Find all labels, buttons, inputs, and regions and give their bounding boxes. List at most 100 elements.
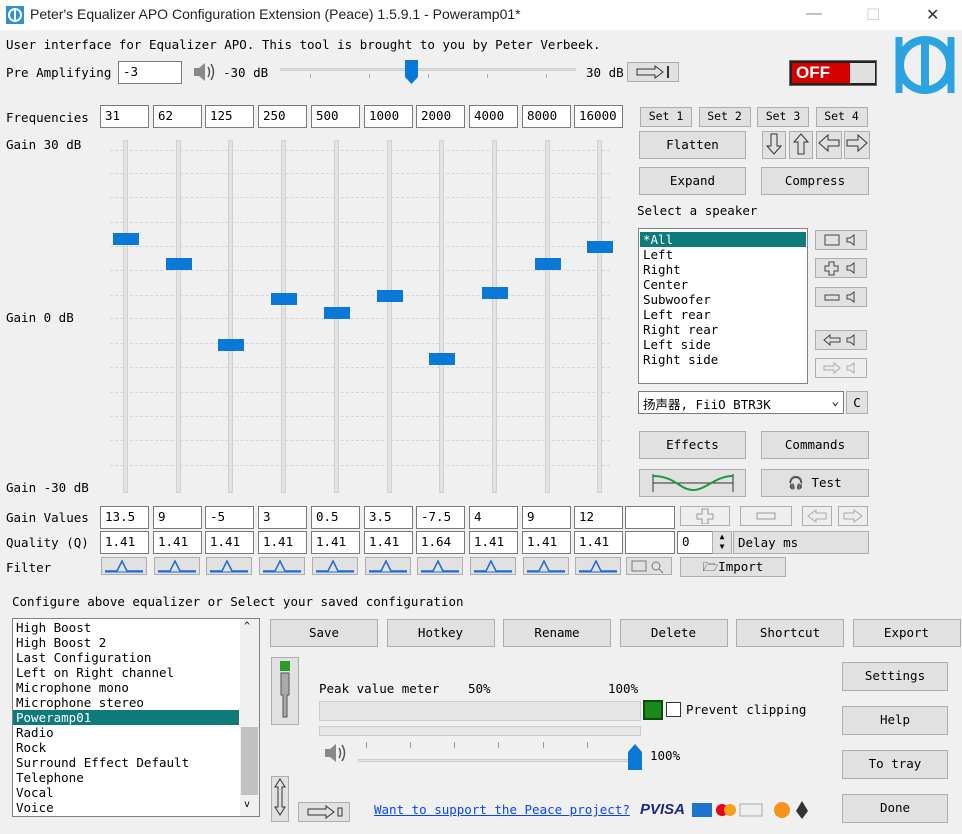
flatten-button[interactable]: Flatten xyxy=(639,131,746,159)
gain-input[interactable]: 3.5 xyxy=(364,506,413,529)
move-up-button[interactable] xyxy=(789,131,813,159)
eq-slider-thumb[interactable] xyxy=(271,293,297,305)
eq-slider-track[interactable] xyxy=(228,140,233,493)
config-scrollbar[interactable]: ^ v xyxy=(240,619,259,816)
set-button[interactable]: Set 1 xyxy=(640,107,692,127)
minimize-button[interactable]: — xyxy=(806,5,822,23)
config-list-item[interactable]: High Boost 2 xyxy=(13,635,239,650)
config-list-item[interactable]: Microphone stereo xyxy=(13,695,239,710)
import-button[interactable]: 🗁Import xyxy=(680,557,786,577)
filter-type-button[interactable] xyxy=(312,557,358,575)
config-list-item[interactable]: High Boost xyxy=(13,620,239,635)
eq-slider-track[interactable] xyxy=(492,140,497,493)
quality-input[interactable]: 1.41 xyxy=(258,531,307,554)
speaker-route-button[interactable] xyxy=(815,358,867,378)
test-button[interactable]: 🎧 Test xyxy=(761,469,869,497)
quality-input[interactable]: 1.41 xyxy=(364,531,413,554)
gain-extra-input[interactable] xyxy=(625,506,675,529)
gain-input[interactable]: 13.5 xyxy=(100,506,149,529)
quality-input[interactable]: 1.41 xyxy=(205,531,254,554)
gain-input[interactable]: -7.5 xyxy=(416,506,465,529)
speaker-list-item[interactable]: Left side xyxy=(640,337,806,352)
config-list-item[interactable]: Left on Right channel xyxy=(13,665,239,680)
config-list-item[interactable]: Rock xyxy=(13,740,239,755)
eq-slider-track[interactable] xyxy=(123,140,128,493)
delay-spinner[interactable]: ▲ ▼ xyxy=(712,531,732,554)
payment-logos[interactable]: PVISA xyxy=(640,801,685,818)
filter-type-button[interactable] xyxy=(523,557,569,575)
speaker-list-item[interactable]: Center xyxy=(640,277,806,292)
eq-slider-track[interactable] xyxy=(387,140,392,493)
speaker-icon[interactable] xyxy=(322,741,348,765)
quality-input[interactable]: 1.41 xyxy=(574,531,623,554)
gain-input[interactable]: 12 xyxy=(574,506,623,529)
spin-down-icon[interactable]: ▼ xyxy=(720,542,725,551)
side-button[interactable]: Done xyxy=(842,794,948,823)
gain-input[interactable]: 4 xyxy=(469,506,518,529)
eq-slider-thumb[interactable] xyxy=(482,287,508,299)
preamp-input[interactable]: -3 xyxy=(118,61,182,84)
eq-slider-thumb[interactable] xyxy=(218,339,244,351)
action-button[interactable]: Save xyxy=(270,619,378,647)
eq-slider-thumb[interactable] xyxy=(377,290,403,302)
remove-band-button[interactable] xyxy=(740,506,792,526)
power-toggle[interactable]: OFF xyxy=(789,60,877,86)
config-list-item[interactable]: Poweramp01 xyxy=(13,710,239,725)
filter-type-button[interactable] xyxy=(417,557,463,575)
config-list-item[interactable]: Last Configuration xyxy=(13,650,239,665)
collapse-button[interactable] xyxy=(298,802,350,822)
filter-type-button[interactable] xyxy=(154,557,200,575)
scroll-up-icon[interactable]: ^ xyxy=(244,621,250,632)
filter-type-button[interactable] xyxy=(259,557,305,575)
gain-input[interactable]: 0.5 xyxy=(311,506,360,529)
eq-slider-thumb[interactable] xyxy=(535,258,561,270)
eq-slider-thumb[interactable] xyxy=(324,307,350,319)
action-button[interactable]: Hotkey xyxy=(386,619,495,647)
eq-slider-track[interactable] xyxy=(176,140,181,493)
frequency-input[interactable]: 62 xyxy=(153,105,202,128)
move-right-button[interactable] xyxy=(844,131,870,159)
speaker-mono-button[interactable] xyxy=(815,230,867,250)
graph-button[interactable] xyxy=(639,469,746,497)
preamp-slider[interactable] xyxy=(280,60,576,84)
config-list[interactable]: High Boost High Boost 2 Last Configuration… xyxy=(12,618,260,817)
expand-button[interactable]: Expand xyxy=(639,167,746,195)
gain-input[interactable]: 9 xyxy=(522,506,571,529)
speaker-list-item[interactable]: Right xyxy=(640,262,806,277)
config-list-item[interactable]: Telephone xyxy=(13,770,239,785)
config-list-item[interactable]: Surround Effect Default xyxy=(13,755,239,770)
maximize-button[interactable]: ☐ xyxy=(866,5,880,25)
close-button[interactable]: ✕ xyxy=(926,5,939,25)
config-list-item[interactable]: Voice xyxy=(13,800,239,815)
quality-input[interactable]: 1.41 xyxy=(469,531,518,554)
shift-left-button[interactable] xyxy=(802,506,832,526)
eq-slider-thumb[interactable] xyxy=(429,353,455,365)
filter-type-button[interactable] xyxy=(575,557,621,575)
speaker-list-item[interactable]: Subwoofer xyxy=(640,292,806,307)
eq-slider-thumb[interactable] xyxy=(587,241,613,253)
delay-input[interactable]: 0 xyxy=(677,531,713,554)
scroll-down-icon[interactable]: v xyxy=(244,799,250,810)
device-select[interactable]: 扬声器, FiiO BTR3K ⌄ xyxy=(638,391,844,414)
shift-right-button[interactable] xyxy=(838,506,868,526)
device-c-button[interactable]: C xyxy=(846,391,868,414)
eq-slider-track[interactable] xyxy=(597,140,602,493)
frequency-input[interactable]: 1000 xyxy=(364,105,413,128)
effects-button[interactable]: Effects xyxy=(639,431,746,459)
eq-slider-track[interactable] xyxy=(281,140,286,493)
side-button[interactable]: To tray xyxy=(842,750,948,779)
action-button[interactable]: Rename xyxy=(503,619,611,647)
person-button[interactable] xyxy=(271,657,299,725)
speaker-icon[interactable] xyxy=(191,60,215,84)
speaker-remove-button[interactable] xyxy=(815,287,867,307)
gain-input[interactable]: -5 xyxy=(205,506,254,529)
speaker-list-item[interactable]: Left rear xyxy=(640,307,806,322)
frequency-input[interactable]: 31 xyxy=(100,105,149,128)
volume-slider[interactable] xyxy=(358,740,642,770)
frequency-input[interactable]: 125 xyxy=(205,105,254,128)
prevent-clipping-checkbox[interactable] xyxy=(666,702,681,717)
action-button[interactable]: Export xyxy=(852,619,961,647)
quality-input[interactable]: 1.41 xyxy=(153,531,202,554)
config-list-item[interactable]: Radio xyxy=(13,725,239,740)
quality-input[interactable]: 1.41 xyxy=(311,531,360,554)
